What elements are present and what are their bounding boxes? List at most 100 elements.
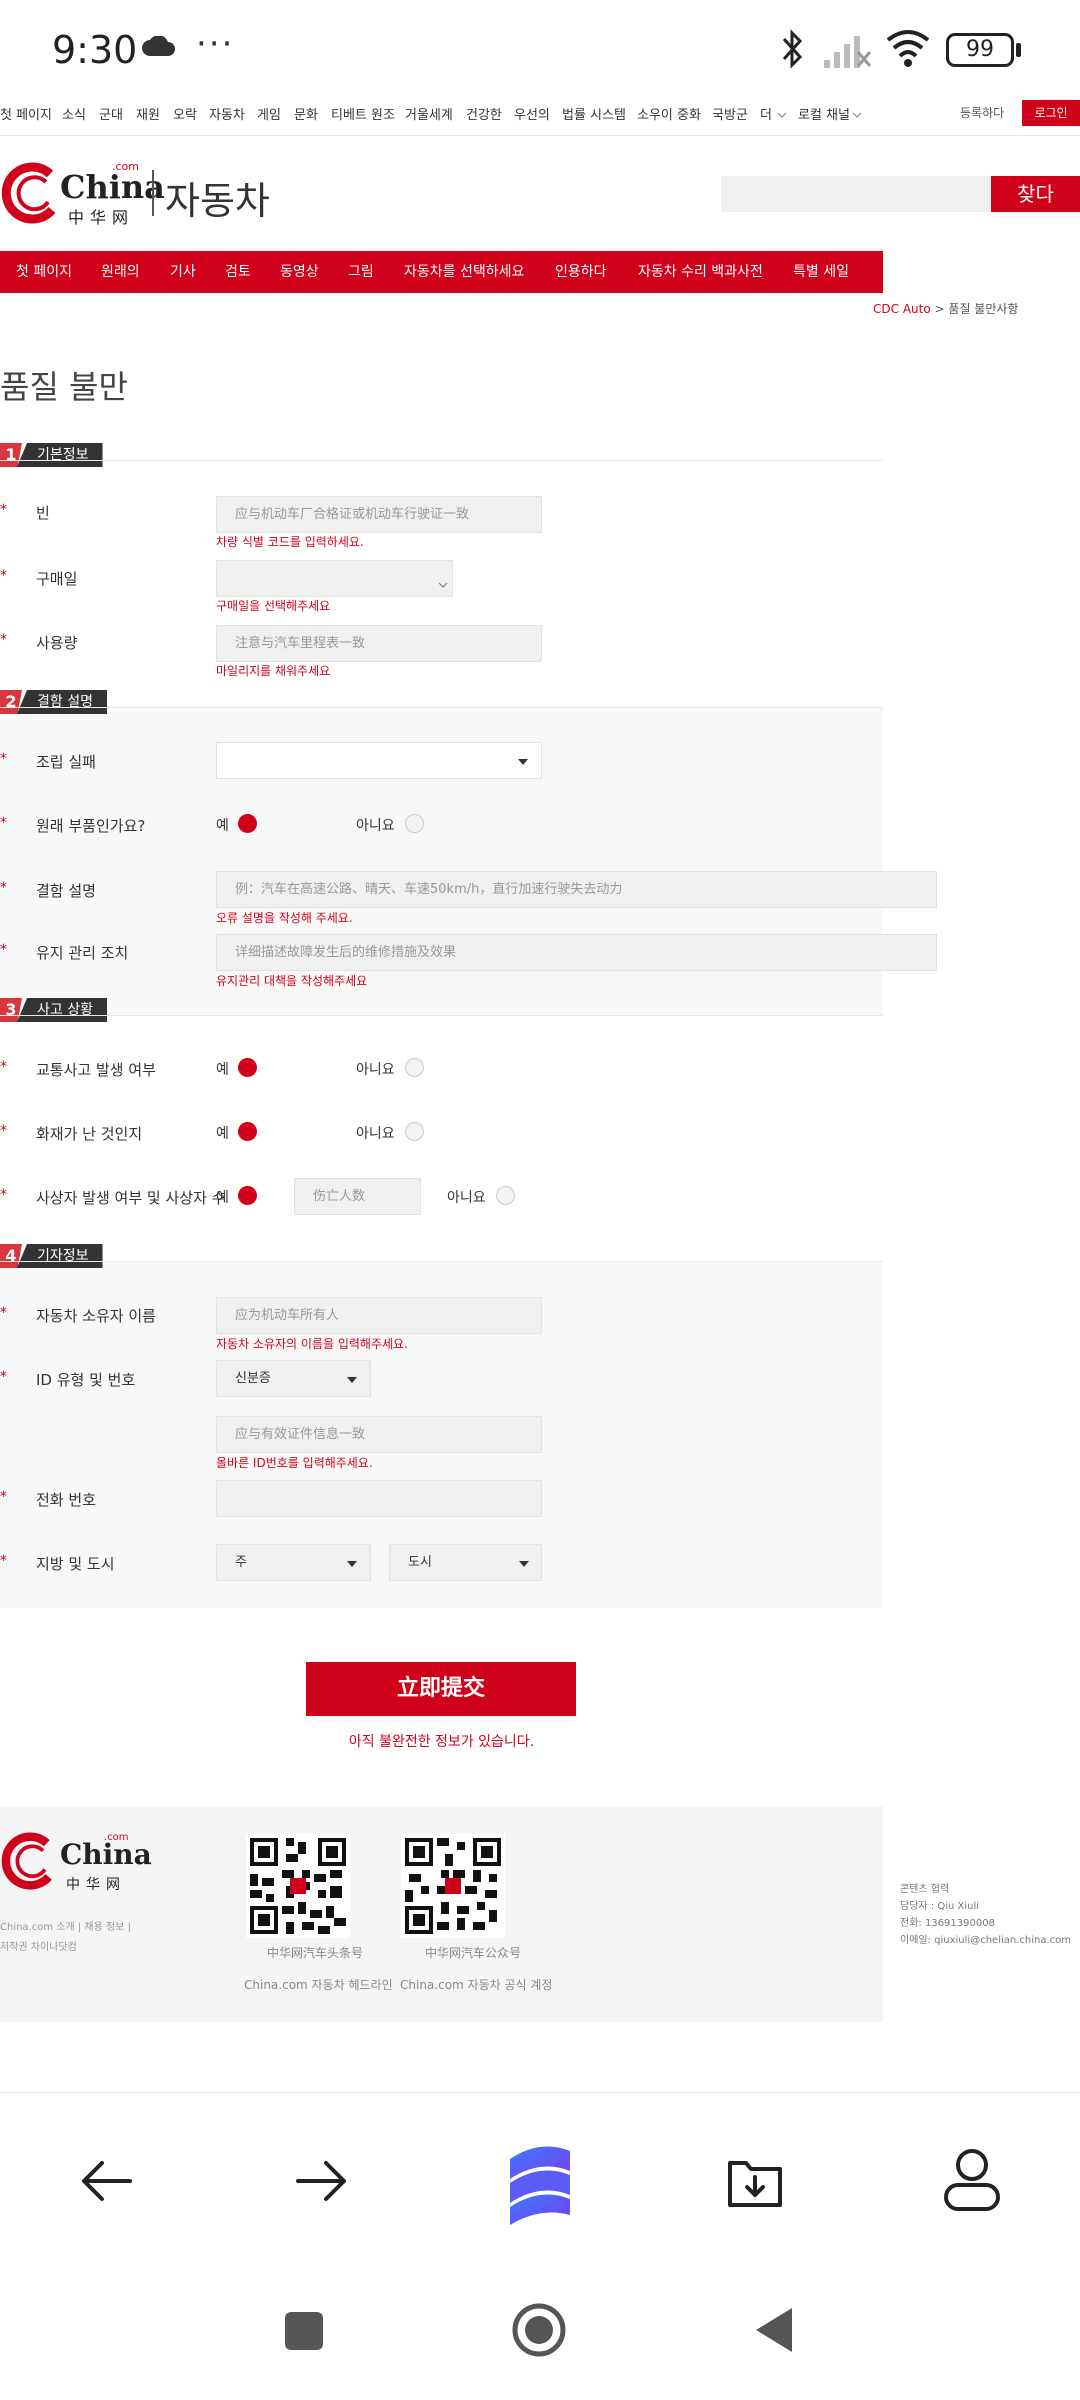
browser-logo-icon[interactable] xyxy=(500,2137,580,2229)
required-asterisk: * xyxy=(0,632,7,648)
main-nav-item[interactable]: 자동차 수리 백과사전 xyxy=(638,261,763,281)
back-arrow-icon[interactable] xyxy=(76,2151,136,2211)
system-nav-bar xyxy=(0,2262,1080,2400)
casualty-no-radio[interactable] xyxy=(496,1186,515,1205)
qr-code-icon xyxy=(246,1834,350,1938)
required-asterisk: * xyxy=(0,1369,7,1385)
download-icon[interactable] xyxy=(726,2153,784,2209)
contact-title: 콘텐츠 협력 xyxy=(900,1884,950,1895)
required-asterisk: * xyxy=(0,751,7,767)
profile-icon[interactable] xyxy=(942,2147,1002,2213)
topnav-item[interactable]: 군대 xyxy=(99,104,123,123)
defect-description-input[interactable]: 例：汽车在高速公路、晴天、车速50km/h，直行加速行驶失去动力 xyxy=(216,871,937,908)
topnav-item[interactable]: 건강한 xyxy=(466,104,502,123)
section-title: 사고 상황 xyxy=(17,998,107,1022)
topnav-item[interactable]: 더 xyxy=(760,104,772,123)
original-part-yes-radio[interactable] xyxy=(238,814,257,833)
search-input[interactable] xyxy=(721,176,991,212)
battery-tip xyxy=(1016,43,1021,57)
chevron-down-icon xyxy=(777,108,787,123)
topnav-item[interactable]: 오락 xyxy=(173,104,197,123)
owner-name-input[interactable]: 应为机动车所有人 xyxy=(216,1297,542,1334)
system-back-icon[interactable] xyxy=(754,2306,794,2354)
phone-input[interactable] xyxy=(216,1480,542,1517)
maintenance-label: 유지 관리 조치 xyxy=(36,944,129,962)
casualty-count-input[interactable]: 伤亡人数 xyxy=(294,1178,421,1215)
forward-arrow-icon[interactable] xyxy=(292,2151,352,2211)
main-nav-item[interactable]: 검토 xyxy=(225,261,251,281)
topnav-item[interactable]: 법률 시스템 xyxy=(562,104,626,123)
topnav-item[interactable]: 재원 xyxy=(136,104,160,123)
main-nav-item[interactable]: 기사 xyxy=(170,261,196,281)
site-logo[interactable]: .com China 中华网 자동차 xyxy=(0,160,270,227)
register-link[interactable]: 등록하다 xyxy=(960,104,1004,121)
required-asterisk: * xyxy=(0,1553,7,1569)
contact-person: 담당자 : Qiu Xiuli xyxy=(900,1901,980,1912)
id-number-error: 올바른 ID번호를 입력해주세요. xyxy=(216,1456,373,1470)
purchase-date-select[interactable] xyxy=(216,560,453,597)
region-label: 지방 및 도시 xyxy=(36,1555,115,1573)
vin-input[interactable]: 应与机动车厂合格证或机动车行驶证一致 xyxy=(216,496,542,533)
topnav-item[interactable]: 소우이 중화 xyxy=(637,104,701,123)
mileage-input[interactable]: 注意与汽车里程表一致 xyxy=(216,625,542,662)
casualty-yes-radio[interactable] xyxy=(238,1186,257,1205)
divider xyxy=(0,707,883,708)
original-part-no-radio[interactable] xyxy=(405,814,424,833)
owner-name-label: 자동차 소유자 이름 xyxy=(36,1307,156,1325)
submit-button[interactable]: 立即提交 xyxy=(306,1662,576,1716)
no-label: 아니요 xyxy=(447,1190,486,1206)
topnav-item[interactable]: 티베트 원조 xyxy=(331,104,395,123)
breadcrumb-root[interactable]: CDC Auto xyxy=(873,302,931,316)
caret-down-icon xyxy=(347,1561,357,1567)
topnav-item[interactable]: 게임 xyxy=(257,104,281,123)
main-nav-item[interactable]: 자동차를 선택하세요 xyxy=(404,261,524,281)
traffic-accident-yes-radio[interactable] xyxy=(238,1058,257,1077)
traffic-accident-no-radio[interactable] xyxy=(405,1058,424,1077)
main-nav-item[interactable]: 인용하다 xyxy=(555,261,607,281)
fire-no-radio[interactable] xyxy=(405,1122,424,1141)
footer-links[interactable]: China.com 소개 | 채용 정보 | xyxy=(0,1918,131,1933)
topnav-item[interactable]: 자동차 xyxy=(209,104,245,123)
section-name: 자동차 xyxy=(165,179,270,223)
login-button[interactable]: 로그인 xyxy=(1022,100,1080,126)
yes-label: 예 xyxy=(216,1190,229,1206)
page-title: 품질 불만 xyxy=(0,368,128,406)
purchase-date-error: 구매일을 선택해주세요 xyxy=(216,599,331,613)
status-bar: 9:30 ··· 99 xyxy=(0,0,1080,100)
main-nav-item[interactable]: 특별 세일 xyxy=(793,261,849,281)
maintenance-input[interactable]: 详细描述故障发生后的维修措施及效果 xyxy=(216,934,937,971)
headline-link[interactable]: China.com 자동차 헤드라인 xyxy=(244,1976,393,1993)
traffic-accident-label: 교통사고 발생 여부 xyxy=(36,1061,156,1079)
required-asterisk: * xyxy=(0,502,7,518)
owner-name-error: 자동차 소유자의 이름을 입력해주세요. xyxy=(216,1337,408,1351)
yes-label: 예 xyxy=(216,1126,229,1142)
home-icon[interactable] xyxy=(511,2302,567,2358)
chevron-down-icon xyxy=(438,574,448,593)
topnav-item[interactable]: 국방군 xyxy=(712,104,748,123)
breadcrumb: CDC Auto > 품질 불만사항 xyxy=(873,300,1018,317)
topnav-item[interactable]: 소식 xyxy=(62,104,86,123)
main-nav-item[interactable]: 동영상 xyxy=(280,261,319,281)
search-button[interactable]: 찾다 xyxy=(991,176,1080,212)
main-nav-item[interactable]: 원래의 xyxy=(101,261,140,281)
topnav-item[interactable]: 거울세계 xyxy=(405,104,453,123)
main-nav: 첫 페이지 원래의 기사 검토 동영상 그림 자동차를 선택하세요 인용하다 자… xyxy=(0,251,883,293)
fire-yes-radio[interactable] xyxy=(238,1122,257,1141)
id-number-input[interactable]: 应与有效证件信息一致 xyxy=(216,1416,542,1453)
topnav-item[interactable]: 문화 xyxy=(294,104,318,123)
casualty-label: 사상자 발생 여부 및 사상자 수 xyxy=(36,1189,226,1207)
topnav-item[interactable]: 로컬 채널 xyxy=(798,104,850,123)
topnav-item[interactable]: 첫 페이지 xyxy=(0,104,52,123)
mileage-error: 마일리지를 채워주세요 xyxy=(216,664,331,678)
topnav-item[interactable]: 우선의 xyxy=(514,104,550,123)
divider xyxy=(0,135,1080,136)
official-account-link[interactable]: China.com 자동차 공식 계정 xyxy=(400,1976,552,1993)
recent-apps-icon[interactable] xyxy=(285,2312,323,2350)
main-nav-item[interactable]: 그림 xyxy=(348,261,374,281)
section-title: 기자정보 xyxy=(17,1244,103,1268)
main-nav-item[interactable]: 첫 페이지 xyxy=(16,261,72,281)
contact-email[interactable]: 이메일: qiuxiuli@chelian.china.com xyxy=(900,1931,1071,1946)
assembly-failure-select[interactable] xyxy=(216,742,542,779)
breadcrumb-current: 품질 불만사항 xyxy=(948,302,1019,316)
phone-label: 전화 번호 xyxy=(36,1491,96,1509)
